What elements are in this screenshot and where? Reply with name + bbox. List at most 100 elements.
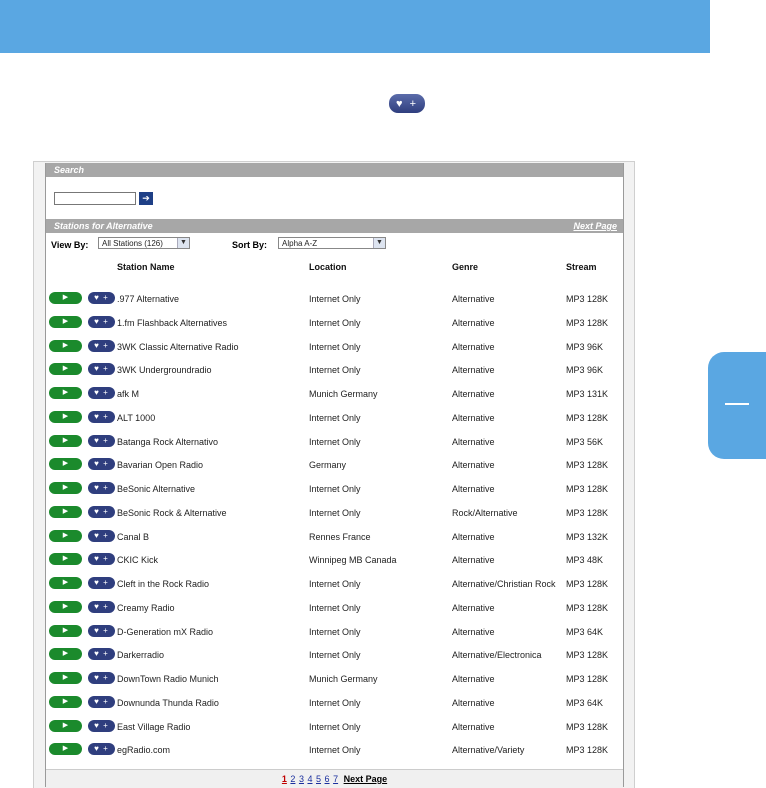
add-favorite-button[interactable]: ♥ +: [88, 505, 115, 518]
add-favorite-button[interactable]: ♥ +: [88, 482, 115, 494]
station-name[interactable]: Downunda Thunda Radio: [117, 698, 219, 708]
station-name[interactable]: East Village Radio: [117, 722, 190, 732]
play-button[interactable]: ▶: [49, 624, 82, 637]
play-button[interactable]: ▶: [49, 339, 82, 352]
station-location: Internet Only: [309, 412, 361, 423]
add-favorite-button[interactable]: ♥ +: [88, 387, 115, 399]
add-favorite-button[interactable]: ♥ +: [88, 624, 115, 637]
station-row: ▶ ♥ + .977 Alternative Internet Only Alterna…: [46, 286, 623, 310]
play-button[interactable]: ▶: [49, 648, 82, 661]
station-name[interactable]: CKIC Kick: [117, 555, 158, 565]
station-name[interactable]: ALT 1000: [117, 413, 155, 423]
station-row: ▶ ♥ + Creamy Radio Internet Only Alternative…: [46, 595, 623, 619]
station-name[interactable]: BeSonic Alternative: [117, 484, 195, 494]
station-name[interactable]: egRadio.com: [117, 745, 170, 755]
station-name[interactable]: Canal B: [117, 532, 149, 542]
station-name[interactable]: Cleft in the Rock Radio: [117, 579, 209, 589]
station-genre: Alternative/Variety: [452, 745, 525, 756]
play-button[interactable]: ▶: [49, 482, 82, 494]
sort-by-select[interactable]: Alpha A-Z ▼: [278, 237, 386, 249]
station-row: ▶ ♥ + Downunda Thunda Radio Internet Only Al…: [46, 690, 623, 714]
play-button[interactable]: ▶: [49, 529, 82, 542]
play-button[interactable]: ▶: [49, 387, 82, 399]
station-name[interactable]: D-Generation mX Radio: [117, 627, 213, 637]
station-stream: MP3 128K: [566, 745, 609, 756]
play-button[interactable]: ▶: [49, 743, 82, 756]
station-genre: Alternative: [452, 602, 495, 613]
next-page-link-top[interactable]: Next Page: [573, 219, 617, 233]
station-name[interactable]: Bavarian Open Radio: [117, 460, 203, 470]
station-genre: Alternative: [452, 531, 495, 542]
play-button[interactable]: ▶: [49, 505, 82, 518]
add-favorite-button[interactable]: ♥ +: [88, 339, 115, 352]
add-favorite-button[interactable]: ♥ +: [88, 672, 115, 684]
page-link[interactable]: 3: [299, 774, 304, 784]
page-link[interactable]: 5: [316, 774, 321, 784]
station-stream: MP3 128K: [566, 721, 609, 732]
page-link[interactable]: 2: [290, 774, 295, 784]
add-favorite-button[interactable]: ♥ +: [88, 743, 115, 756]
station-name[interactable]: Creamy Radio: [117, 603, 175, 613]
station-name[interactable]: Darkerradio: [117, 650, 164, 660]
station-location: Winnipeg MB Canada: [309, 555, 397, 566]
add-favorite-button[interactable]: ♥ +: [88, 363, 115, 376]
station-stream: MP3 128K: [566, 412, 609, 423]
add-favorite-button[interactable]: ♥ +: [88, 577, 115, 589]
play-button[interactable]: ▶: [49, 292, 82, 304]
add-favorite-button[interactable]: ♥ +: [88, 648, 115, 661]
add-favorite-button[interactable]: ♥ +: [88, 410, 115, 423]
station-row: ▶ ♥ + BeSonic Rock & Alternative Internet O…: [46, 500, 623, 524]
station-genre: Alternative: [452, 317, 495, 328]
add-favorite-button[interactable]: ♥ +: [88, 600, 115, 613]
play-button[interactable]: ▶: [49, 719, 82, 732]
play-button[interactable]: ▶: [49, 553, 82, 566]
station-name[interactable]: 1.fm Flashback Alternatives: [117, 318, 227, 328]
play-button[interactable]: ▶: [49, 434, 82, 447]
station-genre: Alternative: [452, 721, 495, 732]
play-button[interactable]: ▶: [49, 695, 82, 708]
station-location: Internet Only: [309, 294, 361, 304]
next-page-link-bottom[interactable]: Next Page: [344, 774, 388, 784]
add-favorite-button[interactable]: ♥ +: [88, 315, 115, 328]
page-link[interactable]: 4: [307, 774, 312, 784]
station-name[interactable]: DownTown Radio Munich: [117, 674, 219, 684]
station-location: Internet Only: [309, 436, 361, 447]
page-link[interactable]: 6: [325, 774, 330, 784]
station-name[interactable]: Batanga Rock Alternativo: [117, 437, 218, 447]
search-go-button[interactable]: ➔: [139, 192, 153, 205]
chevron-down-icon: ▼: [177, 238, 189, 248]
station-name[interactable]: 3WK Undergroundradio: [117, 365, 212, 375]
view-by-select[interactable]: All Stations (126) ▼: [98, 237, 190, 249]
station-stream: MP3 128K: [566, 650, 609, 661]
station-row: ▶ ♥ + Canal B Rennes France Alternative MP3 1…: [46, 524, 623, 548]
page-link-current[interactable]: 1: [282, 774, 287, 784]
play-button[interactable]: ▶: [49, 363, 82, 376]
station-name[interactable]: 3WK Classic Alternative Radio: [117, 342, 239, 352]
add-favorite-button[interactable]: ♥ +: [88, 553, 115, 566]
station-row: ▶ ♥ + ALT 1000 Internet Only Alternative MP3 …: [46, 405, 623, 429]
play-button[interactable]: ▶: [49, 577, 82, 589]
play-button[interactable]: ▶: [49, 315, 82, 328]
page-link[interactable]: 7: [333, 774, 338, 784]
chevron-down-icon: ▼: [373, 238, 385, 248]
station-name[interactable]: .977 Alternative: [117, 294, 179, 304]
play-button[interactable]: ▶: [49, 600, 82, 613]
station-stream: MP3 48K: [566, 555, 604, 566]
play-button[interactable]: ▶: [49, 458, 82, 471]
play-button[interactable]: ▶: [49, 672, 82, 684]
add-favorite-button[interactable]: ♥ +: [88, 434, 115, 447]
add-favorite-button[interactable]: ♥ +: [88, 719, 115, 732]
station-row: ▶ ♥ + D-Generation mX Radio Internet Only Al…: [46, 619, 623, 643]
station-name[interactable]: afk M: [117, 389, 139, 399]
play-button[interactable]: ▶: [49, 410, 82, 423]
station-location: Internet Only: [309, 745, 361, 756]
station-genre: Alternative: [452, 412, 495, 423]
station-name[interactable]: BeSonic Rock & Alternative: [117, 508, 227, 518]
add-favorite-button[interactable]: ♥ +: [88, 695, 115, 708]
add-favorite-button[interactable]: ♥ +: [88, 529, 115, 542]
search-input[interactable]: [54, 192, 136, 205]
add-favorite-button[interactable]: ♥ +: [88, 458, 115, 471]
add-favorite-button[interactable]: ♥ +: [88, 292, 115, 304]
column-header-location: Location: [309, 262, 347, 272]
station-stream: MP3 128K: [566, 484, 609, 494]
